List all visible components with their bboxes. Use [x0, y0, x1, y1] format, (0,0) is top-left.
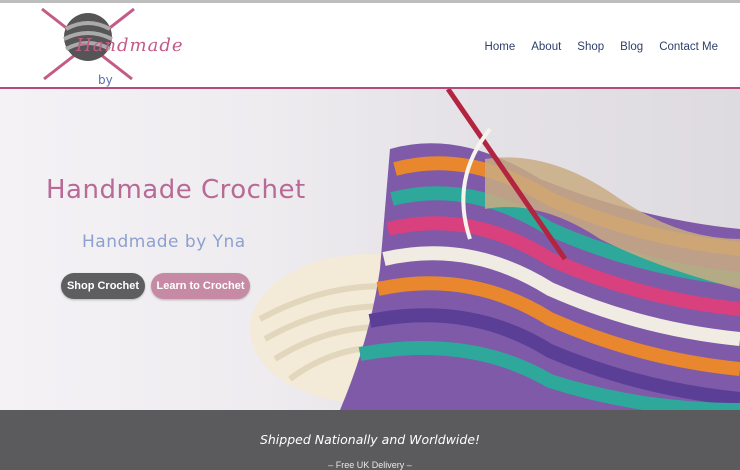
nav-home[interactable]: Home — [477, 41, 524, 53]
nav-contact[interactable]: Contact Me — [651, 41, 726, 53]
logo-text: Handmade — [76, 35, 184, 56]
shipping-banner: Shipped Nationally and Worldwide! – Free… — [0, 410, 740, 470]
learn-to-crochet-button[interactable]: Learn to Crochet — [151, 273, 250, 299]
hero-title: Handmade Crochet — [46, 175, 306, 205]
nav-about[interactable]: About — [523, 41, 569, 53]
hero-section: Handmade Crochet Handmade by Yna Shop Cr… — [0, 89, 740, 410]
shop-crochet-button[interactable]: Shop Crochet — [61, 273, 145, 299]
nav-blog[interactable]: Blog — [612, 41, 651, 53]
site-header: Handmade by YNA Home About Shop Blog Con… — [0, 3, 740, 101]
banner-subtitle: – Free UK Delivery – — [328, 460, 412, 470]
banner-title: Shipped Nationally and Worldwide! — [259, 432, 481, 447]
nav-shop[interactable]: Shop — [569, 41, 612, 53]
site-logo[interactable]: Handmade by YNA — [36, 7, 183, 101]
hero-subtitle: Handmade by Yna — [82, 232, 246, 252]
main-nav: Home About Shop Blog Contact Me — [477, 41, 726, 53]
crochet-hero-image — [250, 89, 740, 410]
